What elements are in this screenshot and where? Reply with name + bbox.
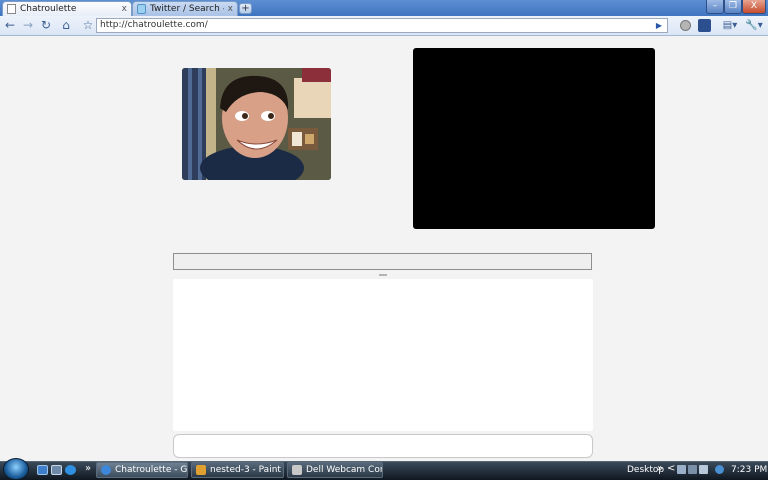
self-webcam-video <box>182 68 331 180</box>
desktop-toolbar-chevron[interactable]: » <box>657 463 663 474</box>
close-window-button[interactable]: X <box>742 0 766 14</box>
task-label: Dell Webcam Console <box>306 465 382 475</box>
stranger-webcam-video <box>413 48 655 229</box>
internet-explorer-icon[interactable] <box>65 465 76 475</box>
status-box <box>173 253 592 270</box>
tab-label: Chatroulette <box>20 4 77 14</box>
go-button[interactable]: ▶ <box>654 20 664 31</box>
task-label: nested-3 - Paint <box>210 465 281 475</box>
task-chrome[interactable]: Chatroulette - Goog... <box>96 462 188 478</box>
maximize-button[interactable]: ❐ <box>724 0 742 14</box>
page-menu-button[interactable]: ▤▾ <box>720 18 740 33</box>
task-paint[interactable]: nested-3 - Paint <box>191 462 284 478</box>
page-icon <box>7 4 16 14</box>
tab-chatroulette[interactable]: Chatroulette x <box>2 1 132 16</box>
tray-icon[interactable] <box>699 465 708 474</box>
home-button[interactable]: ⌂ <box>58 18 74 33</box>
new-tab-button[interactable]: + <box>239 3 252 14</box>
start-button[interactable] <box>3 458 29 480</box>
tab-label: Twitter / Search - Chatro... <box>150 4 224 14</box>
back-button[interactable]: ← <box>2 18 18 33</box>
extension-icon[interactable] <box>680 20 691 31</box>
task-label: Chatroulette - Goog... <box>115 465 188 475</box>
extension-icon[interactable] <box>698 19 711 32</box>
tray-expand-arrow[interactable]: < <box>667 463 675 474</box>
taskbar-clock[interactable]: 7:23 PM <box>731 465 767 475</box>
network-icon[interactable] <box>688 465 697 474</box>
browser-toolbar: ← → ↻ ⌂ ☆ http://chatroulette.com/ ▶ ▤▾ … <box>0 16 768 36</box>
tab-close-icon[interactable]: x <box>122 4 127 14</box>
tab-close-icon[interactable]: x <box>228 4 233 14</box>
tray-icon[interactable] <box>677 465 686 474</box>
tab-twitter-search[interactable]: Twitter / Search - Chatro... x <box>132 1 238 16</box>
paint-icon <box>196 465 206 475</box>
resize-grip[interactable] <box>379 274 387 276</box>
minimize-button[interactable]: – <box>706 0 724 14</box>
forward-button[interactable]: → <box>20 18 36 33</box>
chat-log <box>173 279 593 431</box>
webcam-icon <box>292 465 302 475</box>
switch-windows-icon[interactable] <box>51 465 62 475</box>
url-text: http://chatroulette.com/ <box>100 20 208 30</box>
task-dell-webcam[interactable]: Dell Webcam Console <box>287 462 383 478</box>
bookmark-star-icon[interactable]: ☆ <box>80 18 96 33</box>
twitter-icon <box>137 4 146 14</box>
volume-icon[interactable] <box>715 465 724 474</box>
tools-menu-button[interactable]: 🔧▾ <box>744 18 764 33</box>
reload-button[interactable]: ↻ <box>38 18 54 33</box>
quick-launch-chevron[interactable]: » <box>85 463 91 474</box>
show-desktop-icon[interactable] <box>37 465 48 475</box>
address-bar[interactable]: http://chatroulette.com/ ▶ <box>96 18 668 33</box>
chat-input[interactable] <box>173 434 593 458</box>
webcam-image <box>182 68 331 180</box>
chrome-icon <box>101 465 111 475</box>
